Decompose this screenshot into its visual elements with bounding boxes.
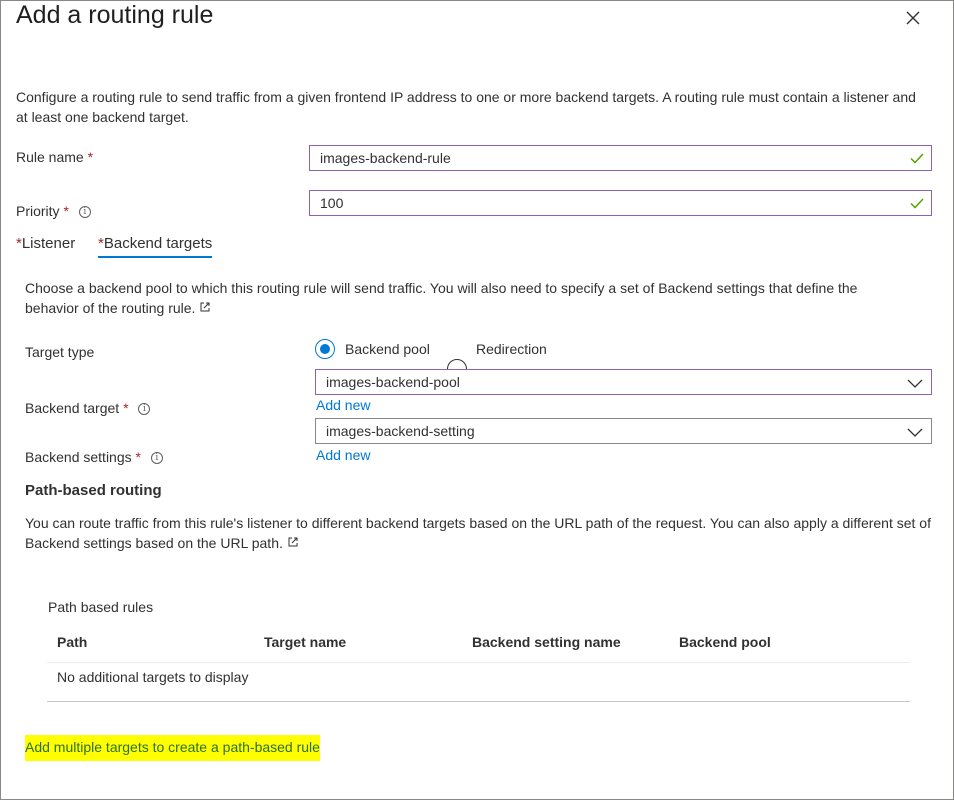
required-mark: * [135, 449, 141, 465]
info-icon[interactable]: i [138, 403, 151, 416]
radio-backend-pool-label: Backend pool [345, 341, 430, 357]
column-header-backend-setting-name[interactable]: Backend setting name [472, 634, 621, 650]
add-path-based-rule-link[interactable]: Add multiple targets to create a path-ba… [25, 735, 320, 761]
required-mark: * [63, 203, 69, 219]
external-link-icon[interactable] [199, 300, 211, 316]
table-empty-message: No additional targets to display [57, 669, 249, 685]
backend-target-label: Backend target * i [25, 400, 151, 416]
valid-check-icon [909, 150, 925, 169]
priority-label: Priority * i [16, 203, 91, 219]
path-rules-table: Path Target name Backend setting name Ba… [47, 623, 910, 702]
required-mark: * [123, 400, 129, 416]
chevron-down-icon [907, 376, 923, 392]
add-new-backend-settings-link[interactable]: Add new [316, 447, 370, 463]
required-mark: * [87, 149, 94, 165]
close-icon[interactable] [901, 6, 925, 30]
valid-check-icon [909, 195, 925, 214]
path-rules-table-title: Path based rules [48, 599, 154, 615]
chevron-down-icon [907, 425, 923, 441]
panel-title: Add a routing rule [16, 1, 214, 29]
panel-description: Configure a routing rule to send traffic… [16, 89, 916, 125]
target-type-label: Target type [25, 344, 95, 360]
add-new-backend-target-link[interactable]: Add new [316, 397, 370, 413]
column-header-path[interactable]: Path [57, 634, 87, 650]
column-header-backend-pool[interactable]: Backend pool [679, 634, 771, 650]
tab-backend-targets[interactable]: *Backend targets [98, 235, 213, 258]
table-header-row: Path Target name Backend setting name Ba… [47, 623, 910, 663]
column-header-target-name[interactable]: Target name [264, 634, 346, 650]
routing-rule-panel: Add a routing rule Configure a routing r… [0, 0, 954, 800]
backend-settings-label: Backend settings * i [25, 449, 163, 465]
priority-input[interactable]: 100 [309, 190, 932, 216]
path-routing-title: Path-based routing [25, 482, 162, 499]
tab-listener[interactable]: *Listener [16, 235, 75, 252]
info-icon[interactable]: i [78, 206, 91, 219]
backend-target-dropdown[interactable]: images-backend-pool [315, 369, 932, 395]
backend-description: Choose a backend pool to which this rout… [25, 280, 858, 316]
rule-name-input[interactable]: images-backend-rule [309, 145, 932, 171]
radio-backend-pool[interactable] [315, 339, 335, 359]
path-routing-description: You can route traffic from this rule's l… [25, 515, 931, 551]
radio-redirection-label: Redirection [476, 341, 547, 357]
backend-settings-dropdown[interactable]: images-backend-setting [315, 418, 932, 444]
rule-name-label: Rule name * [16, 149, 94, 165]
external-link-icon[interactable] [287, 535, 299, 551]
info-icon[interactable]: i [150, 452, 163, 465]
